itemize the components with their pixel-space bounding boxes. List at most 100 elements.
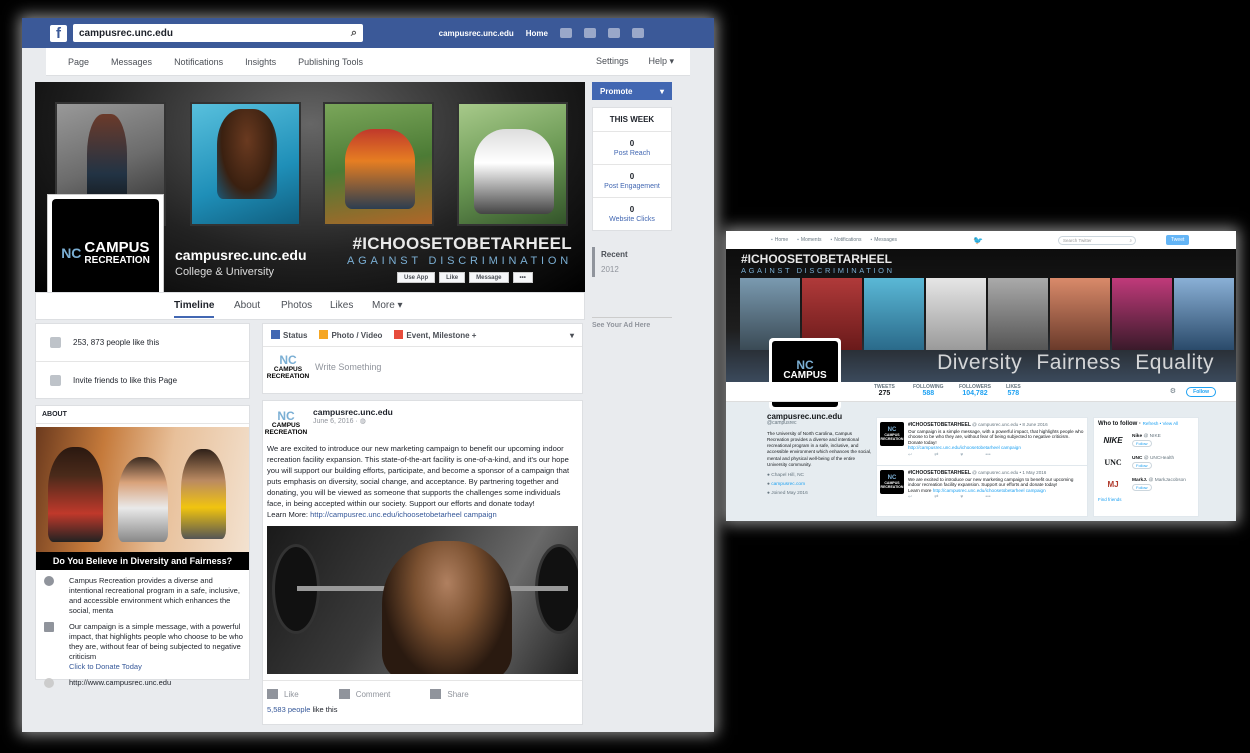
composer-tab-event[interactable]: Event, Milestone + xyxy=(394,330,476,340)
website-link[interactable]: http://www.campusrec.unc.edu xyxy=(69,678,171,688)
tweet-link[interactable]: http://campusrec.unc.edu/ichoosetobetarh… xyxy=(933,488,1046,493)
stat-followers[interactable]: FOLLOWERS 104,782 xyxy=(959,384,991,397)
invite-friends-row[interactable]: Invite friends to like this Page xyxy=(36,362,249,399)
learn-more-link[interactable]: http://campusrec.unc.edu/ichoosetobetarh… xyxy=(310,510,497,519)
composer-input[interactable]: Write Something xyxy=(315,362,381,372)
tweet-meta: @ campusrec.unc.edu • 1 May 2016 xyxy=(972,470,1047,475)
tab-timeline[interactable]: Timeline xyxy=(174,300,215,318)
admin-nav-messages[interactable]: Messages xyxy=(111,57,152,67)
cover-page-name[interactable]: campusrec.unc.edu xyxy=(175,247,307,263)
year-recent[interactable]: Recent xyxy=(601,247,672,262)
like-page-button[interactable]: Like xyxy=(439,272,466,283)
gear-icon[interactable]: ⚙ xyxy=(1170,387,1176,395)
tweet-author[interactable]: #ICHOOSETOBETARHEEL xyxy=(908,422,971,428)
comment-button[interactable]: Comment xyxy=(338,689,390,699)
post-photo-weightlifter[interactable] xyxy=(267,526,578,674)
retweet-icon[interactable]: ⇄ xyxy=(934,495,938,501)
reply-icon[interactable]: ↩ xyxy=(908,495,912,501)
website-clicks-stat[interactable]: 0 Website Clicks xyxy=(593,198,671,230)
twitter-search-input[interactable]: Search Twitter ⌕ xyxy=(1058,235,1137,245)
find-friends-link[interactable]: Find friends xyxy=(1098,497,1194,502)
more-options-button[interactable]: ••• xyxy=(512,272,533,283)
post-date[interactable]: June 6, 2016 · ◍ xyxy=(313,417,393,425)
suggestion-follow-button[interactable]: Follow xyxy=(1132,439,1152,447)
admin-nav-insights[interactable]: Insights xyxy=(245,57,276,67)
tweet-link[interactable]: http://campusrec.unc.edu/ichoosetobetarh… xyxy=(908,445,1084,451)
refresh-view-all[interactable]: Refresh • View All xyxy=(1143,421,1179,426)
follow-button[interactable]: Follow xyxy=(1186,387,1216,397)
stat-following[interactable]: FOLLOWING 588 xyxy=(913,384,944,397)
heart-icon[interactable]: ♥ xyxy=(960,495,963,501)
search-icon[interactable]: ⌕ xyxy=(351,27,357,40)
post-engagement-stat[interactable]: 0 Post Engagement xyxy=(593,165,671,198)
nav-notifications[interactable]: Notifications xyxy=(830,237,861,243)
nav-messages[interactable]: Messages xyxy=(870,237,897,243)
profile-site[interactable]: ● campusrec.com xyxy=(767,480,873,489)
admin-nav-page[interactable]: Page xyxy=(68,57,89,67)
suggestion-name: Nike xyxy=(1132,433,1143,439)
post-avatar[interactable]: NC CAMPUS RECREATION xyxy=(265,407,308,439)
like-button[interactable]: Like xyxy=(267,689,299,699)
tweet-button[interactable]: Tweet xyxy=(1166,235,1190,245)
post-likes-count[interactable]: 5,583 people xyxy=(267,705,310,714)
nav-home[interactable]: Home xyxy=(771,237,788,243)
page-name-link[interactable]: campusrec.unc.edu xyxy=(439,29,514,38)
more-icon[interactable]: ••• xyxy=(985,452,990,459)
chevron-down-icon[interactable]: ▾ xyxy=(570,331,574,340)
composer-tabs: Status Photo / Video Event, Milestone + … xyxy=(263,324,582,347)
share-button[interactable]: Share xyxy=(430,689,469,699)
admin-nav-notifications[interactable]: Notifications xyxy=(174,57,223,67)
messages-icon[interactable] xyxy=(584,28,596,38)
admin-nav-help[interactable]: Help ▾ xyxy=(648,56,674,67)
stat-tweets[interactable]: TWEETS 275 xyxy=(874,384,895,397)
more-icon[interactable]: ••• xyxy=(985,495,990,501)
post-reach-stat[interactable]: 0 Post Reach xyxy=(593,132,671,165)
search-input[interactable]: campusrec.unc.edu ⌕ xyxy=(73,24,363,42)
twitter-bird-icon[interactable]: 🐦 xyxy=(973,236,983,245)
globe-icon[interactable] xyxy=(608,28,620,38)
tab-about[interactable]: About xyxy=(234,300,260,311)
tab-more[interactable]: More ▾ xyxy=(372,300,403,311)
share-icon xyxy=(430,689,442,699)
suggestion-follow-button[interactable]: Follow xyxy=(1132,461,1152,469)
cover-buttons: Use App Like Message ••• xyxy=(397,272,533,283)
suggestion-markj[interactable]: MJ MarkJ. @ MarkJacobson Follow xyxy=(1098,475,1194,493)
tab-label: Status xyxy=(283,331,308,340)
home-link[interactable]: Home xyxy=(526,29,548,38)
friends-icon[interactable] xyxy=(560,28,572,38)
page-likes-row[interactable]: 253, 873 people like this xyxy=(36,324,249,362)
nav-moments[interactable]: Moments xyxy=(797,237,822,243)
profile-handle[interactable]: @campusrec xyxy=(767,420,873,426)
donate-link[interactable]: Click to Donate Today xyxy=(69,662,249,672)
tweet-author[interactable]: #ICHOOSETOBETARHEEL xyxy=(908,470,971,476)
account-menu-icon[interactable] xyxy=(632,28,644,38)
tweet-item[interactable]: NC CAMPUS RECREATION #ICHOOSETOBETARHEEL @… xyxy=(877,418,1087,466)
tab-likes[interactable]: Likes xyxy=(330,300,353,311)
suggestion-follow-button[interactable]: Follow xyxy=(1132,483,1152,491)
heart-icon[interactable]: ♥ xyxy=(960,452,963,459)
post-author[interactable]: campusrec.unc.edu xyxy=(313,407,393,417)
composer-tab-status[interactable]: Status xyxy=(271,330,307,340)
suggestion-unc[interactable]: UNC UNC @ UNCHealth Follow xyxy=(1098,453,1194,471)
profile-bio: The University of North Carolina, Campus… xyxy=(767,430,872,468)
tweet-actions: ↩ ⇄ ♥ ••• xyxy=(908,452,1084,459)
year-2012[interactable]: 2012 xyxy=(601,262,672,277)
twitter-profile-screenshot: Home Moments Notifications Messages 🐦 Se… xyxy=(726,231,1236,521)
reply-icon[interactable]: ↩ xyxy=(908,452,912,459)
admin-nav-publishing-tools[interactable]: Publishing Tools xyxy=(298,57,363,67)
composer-tab-photo[interactable]: Photo / Video xyxy=(319,330,382,340)
admin-nav-settings[interactable]: Settings xyxy=(596,56,629,67)
tweet-item[interactable]: NC CAMPUS RECREATION #ICHOOSETOBETARHEEL @… xyxy=(877,466,1087,514)
retweet-icon[interactable]: ⇄ xyxy=(934,452,938,459)
about-photo-spin-class[interactable] xyxy=(36,427,249,552)
tab-photos[interactable]: Photos xyxy=(281,300,312,311)
share-label: Share xyxy=(447,690,469,699)
use-app-button[interactable]: Use App xyxy=(397,272,436,283)
message-button[interactable]: Message xyxy=(469,272,509,283)
promote-button[interactable]: Promote ▾ xyxy=(592,82,672,100)
photo-icon xyxy=(319,330,329,339)
stat-likes[interactable]: LIKES 578 xyxy=(1006,384,1021,397)
suggestion-nike[interactable]: NIKE Nike @ NIKE Follow xyxy=(1098,431,1194,449)
see-your-ad-here[interactable]: See Your Ad Here xyxy=(592,317,672,329)
facebook-logo-icon[interactable]: f xyxy=(50,24,67,42)
